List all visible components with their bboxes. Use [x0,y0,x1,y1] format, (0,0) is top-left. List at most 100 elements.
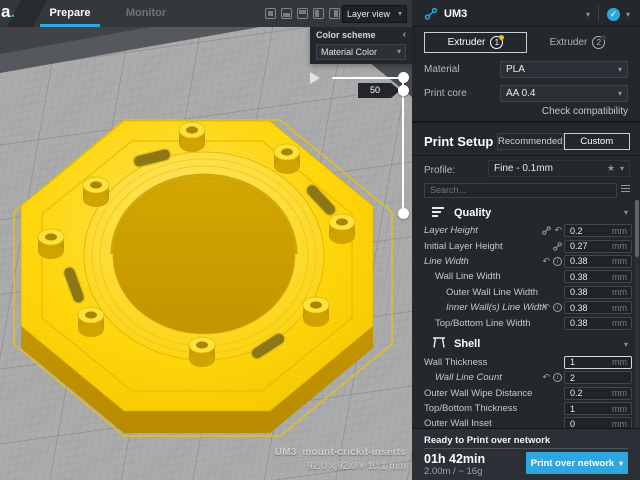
setting-row[interactable]: Wall Line Count↶i2 [412,370,640,385]
setting-row[interactable]: Top/Bottom Line Width0.38mm [412,315,640,330]
setting-label: Outer Wall Line Width [424,287,538,298]
view-front-icon[interactable] [281,8,292,19]
setting-row[interactable]: Outer Wall Line Width 0.38mm [412,285,640,300]
setting-label: Initial Layer Height [424,241,503,252]
extruder-1-tab[interactable]: Extruder 1 [424,32,527,53]
setting-value-field[interactable]: 0.38mm [564,255,632,268]
extruder-2-tab[interactable]: Extruder 2 [527,32,628,53]
viewport-3d[interactable]: 50 UM3_mount-crickit-inserts 92.0 x 92.0… [0,0,412,480]
setting-value-field[interactable]: 0.38mm [564,317,632,330]
setting-unit: mm [612,226,631,236]
job-status-text: Ready to Print over network [424,435,550,446]
print-setup-mode-buttons: Recommended Custom [497,133,630,150]
setting-value-field[interactable]: 0.2mm [564,387,632,400]
setting-icons: ↶ [542,225,562,236]
chevron-down-icon: ▾ [586,10,590,19]
model-info: UM3_mount-crickit-inserts 92.0 x 92.0 x … [275,447,406,472]
view-right-icon[interactable] [329,8,340,19]
setting-value-field[interactable]: 0.38mm [564,286,632,299]
view-top-icon[interactable] [297,8,308,19]
setting-value: 0.38 [565,303,588,313]
material-dropdown[interactable]: PLA▾ [500,61,628,78]
info-icon[interactable]: i [553,303,562,312]
collapse-panel-icon[interactable]: ‹ [403,30,406,40]
setting-row[interactable]: Layer Height ↶0.2mm [412,223,640,238]
setting-row[interactable]: Inner Wall(s) Line Width↶i0.38mm [412,300,640,315]
model-name: UM3_mount-crickit-inserts [275,447,406,458]
setting-value-field[interactable]: 2 [564,371,632,384]
material-color-dot [601,35,606,40]
link-icon[interactable] [553,242,562,251]
settings-search-input[interactable] [424,183,617,198]
setting-row[interactable]: Wall Thickness1mm [412,355,640,370]
chevron-down-icon[interactable]: ▾ [626,10,630,19]
recommended-mode-button[interactable]: Recommended [497,133,564,150]
shell-icon [432,337,446,348]
layer-slider-top-handle[interactable] [398,85,409,96]
revert-icon[interactable]: ↶ [542,372,550,383]
section-header-quality[interactable]: Quality▾ [424,204,628,221]
print-core-dropdown[interactable]: AA 0.4▾ [500,85,628,102]
setting-value: 1 [565,357,575,367]
setting-value: 1 [565,404,575,414]
extruder-2-number: 2 [592,36,605,49]
link-icon[interactable] [542,226,551,235]
print-setup-title: Print Setup [424,134,493,149]
revert-icon[interactable]: ↶ [542,256,550,267]
check-compatibility-link[interactable]: Check compatibility [542,106,628,117]
setting-value-field[interactable]: 0.27mm [564,240,632,253]
setting-row[interactable]: Line Width↶i0.38mm [412,254,640,269]
setting-value: 0 [565,419,575,428]
setting-label: Outer Wall Wipe Distance [424,388,532,399]
simulation-slider-track[interactable] [332,77,404,79]
settings-filter-icon[interactable] [621,183,630,192]
setting-label: Outer Wall Inset [424,418,492,428]
material-usage-estimate: 2.00m / ~ 16g [424,466,482,477]
view-mode-dropdown[interactable]: Layer view▾ [342,5,407,23]
setting-value-field[interactable]: 0.38mm [564,270,632,283]
setting-unit: mm [612,404,631,414]
tab-monitor[interactable]: Monitor [118,0,174,27]
model-3d[interactable] [4,106,404,451]
setting-unit: mm [612,388,631,398]
setting-value-field[interactable]: 0mm [564,417,632,428]
scrollbar-thumb[interactable] [635,200,639,257]
setting-row[interactable]: Outer Wall Inset 0mm [412,416,640,428]
chevron-down-icon: ▾ [397,45,401,59]
setting-row[interactable]: Wall Line Width0.38mm [412,269,640,284]
setting-value-field[interactable]: 1 mm [564,402,632,415]
view-3d-icon[interactable] [265,8,276,19]
layer-slider-bottom-handle[interactable] [398,208,409,219]
setting-row[interactable]: Initial Layer Height 0.27mm [412,238,640,253]
revert-icon[interactable]: ↶ [542,302,550,313]
printer-connected-icon: ✓ [607,8,620,21]
profile-dropdown[interactable]: Fine - 0.1mm ★ ▾ [488,160,630,177]
info-icon[interactable]: i [553,373,562,382]
section-header-shell[interactable]: Shell▾ [424,336,628,353]
setting-value-field[interactable]: 0.2mm [564,224,632,237]
layer-slider-track[interactable] [402,78,404,214]
view-left-icon[interactable] [313,8,324,19]
setting-unit: mm [612,287,631,297]
machine-selector[interactable]: UM3 ▾ ✓ ▾ [424,5,630,23]
custom-mode-button[interactable]: Custom [564,133,631,150]
info-icon[interactable]: i [553,257,562,266]
camera-view-toolbar [265,8,340,19]
setting-row[interactable]: Top/Bottom Thickness1mm [412,401,640,416]
revert-icon[interactable]: ↶ [554,225,562,236]
setting-value: 0.38 [565,272,588,282]
chevron-down-icon: ▾ [618,62,622,77]
simulation-play-button[interactable] [310,72,320,84]
color-scheme-dropdown[interactable]: Material Color▾ [316,44,406,60]
settings-scrollbar[interactable] [635,200,639,428]
setting-value-field[interactable]: 0.38mm [564,301,632,314]
material-color-dot [499,35,504,40]
tab-prepare[interactable]: Prepare [40,0,100,27]
star-icon[interactable]: ★ [607,161,615,176]
setting-value: 0.38 [565,256,588,266]
setting-label: Layer Height [424,225,478,236]
setting-value-field[interactable]: 1mm [564,356,632,369]
chevron-down-icon: ▾ [398,6,402,22]
print-over-network-button[interactable]: Print over network ▾ [526,452,628,474]
setting-row[interactable]: Outer Wall Wipe Distance 0.2mm [412,386,640,401]
